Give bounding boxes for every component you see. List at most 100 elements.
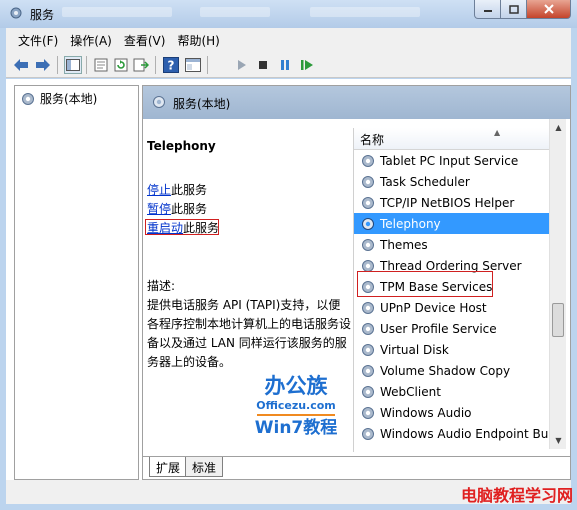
- service-name: Themes: [380, 237, 428, 252]
- maximize-button[interactable]: [501, 0, 527, 19]
- service-gear-icon: [362, 343, 374, 356]
- scroll-up-button[interactable]: ▲: [550, 119, 567, 136]
- telephony-highlight-box: [357, 271, 493, 297]
- list-item[interactable]: Task Scheduler: [354, 171, 554, 192]
- list-item[interactable]: Tablet PC Input Service: [354, 150, 554, 171]
- forward-button[interactable]: [34, 56, 52, 74]
- help-button[interactable]: ?: [162, 56, 180, 74]
- toolbar: ?: [6, 52, 571, 78]
- scrollbar-thumb[interactable]: [552, 303, 564, 337]
- list-item[interactable]: Windows Audio: [354, 402, 554, 423]
- service-name: Task Scheduler: [380, 174, 470, 189]
- menu-action[interactable]: 操作(A): [64, 32, 118, 49]
- stop-service-link[interactable]: 停止: [147, 183, 171, 197]
- service-name: Volume Shadow Copy: [380, 363, 511, 378]
- service-name: Tablet PC Input Service: [380, 153, 519, 168]
- close-icon: [543, 4, 554, 14]
- watermark-brand: 办公族: [265, 374, 329, 398]
- service-name: UPnP Device Host: [380, 300, 487, 315]
- tab-standard[interactable]: 标准: [185, 457, 224, 477]
- action-suffix: 此服务: [171, 183, 208, 197]
- selected-service-name: Telephony: [147, 139, 216, 153]
- services-panel: 服务(本地) Telephony 停止此服务 暂停此服务 重启动此服务 描述: …: [142, 85, 571, 480]
- start-service-icon: [238, 60, 246, 70]
- close-button[interactable]: [527, 0, 571, 19]
- watermark-site: Officezu.com: [256, 399, 336, 412]
- window-controls: [474, 0, 571, 20]
- service-gear-icon: [362, 406, 374, 419]
- service-gear-icon: [362, 238, 374, 251]
- title-bar-glass: [310, 7, 420, 17]
- sort-ascending-icon: ▲: [494, 128, 501, 137]
- export-list-button[interactable]: [132, 56, 150, 74]
- list-item[interactable]: UPnP Device Host: [354, 297, 554, 318]
- list-item[interactable]: Themes: [354, 234, 554, 255]
- column-header-name[interactable]: 名称 ▲: [354, 128, 554, 150]
- tree-item-services-local[interactable]: 服务(本地): [20, 90, 97, 107]
- service-gear-icon: [362, 301, 374, 314]
- start-service-button[interactable]: [232, 56, 250, 74]
- service-detail-pane: Telephony 停止此服务 暂停此服务 重启动此服务 描述: 提供电话服务 …: [143, 119, 353, 456]
- maximize-icon: [508, 4, 519, 14]
- service-description: 提供电话服务 API (TAPI)支持，以便各程序控制本地计算机上的电话服务设备…: [147, 298, 352, 369]
- pause-service-action: 暂停此服务: [147, 200, 207, 217]
- refresh-button[interactable]: [112, 56, 130, 74]
- stop-service-button[interactable]: [254, 56, 272, 74]
- properties-icon: [94, 58, 108, 72]
- pause-service-link[interactable]: 暂停: [147, 202, 171, 216]
- list-item[interactable]: User Profile Service: [354, 318, 554, 339]
- site-watermark: 电脑教程学习网: [460, 486, 573, 505]
- console-view-button[interactable]: [184, 56, 202, 74]
- menu-help[interactable]: 帮助(H): [171, 32, 225, 49]
- pause-service-button[interactable]: [276, 56, 294, 74]
- svg-text:?: ?: [168, 59, 175, 73]
- export-list-icon: [133, 58, 149, 72]
- vertical-scrollbar[interactable]: ▲ ▼: [549, 119, 566, 449]
- help-icon: ?: [163, 57, 179, 73]
- service-gear-icon: [362, 364, 374, 377]
- column-header-label: 名称: [360, 133, 385, 147]
- service-name: Telephony: [380, 216, 441, 231]
- list-item[interactable]: WebClient: [354, 381, 554, 402]
- list-item-selected[interactable]: Telephony: [354, 213, 554, 234]
- client-area: 服务(本地) 服务(本地) Telephony 停止此服务 暂停此服务 重启动此…: [6, 79, 571, 480]
- view-tabs: 扩展 标准: [143, 456, 570, 478]
- tree-item-label: 服务(本地): [40, 92, 98, 106]
- service-name: Windows Audio Endpoint Bui: [380, 426, 552, 441]
- toolbar-separator: [207, 56, 208, 74]
- refresh-icon: [114, 58, 128, 72]
- show-hide-tree-button[interactable]: [64, 56, 82, 74]
- list-item[interactable]: Volume Shadow Copy: [354, 360, 554, 381]
- panel-header: 服务(本地): [143, 86, 570, 119]
- title-bar[interactable]: 服务: [0, 0, 577, 28]
- title-bar-glass: [62, 7, 172, 17]
- service-gear-icon: [362, 175, 374, 188]
- services-window: 服务 文件(F) 操作(A) 查看(V) 帮助(H) ? 服务(本地) 服务(本…: [0, 0, 577, 510]
- services-gear-icon: [153, 96, 165, 108]
- stop-service-icon: [259, 61, 267, 69]
- service-gear-icon: [362, 154, 374, 167]
- panel-header-title: 服务(本地): [173, 97, 231, 111]
- service-name: User Profile Service: [380, 321, 497, 336]
- toolbar-separator: [57, 56, 58, 74]
- console-view-icon: [185, 58, 201, 72]
- menu-view[interactable]: 查看(V): [118, 32, 172, 49]
- description-label: 描述:: [147, 279, 176, 293]
- minimize-button[interactable]: [474, 0, 501, 19]
- back-button[interactable]: [12, 56, 30, 74]
- list-item[interactable]: Virtual Disk: [354, 339, 554, 360]
- properties-button[interactable]: [92, 56, 110, 74]
- restart-service-icon: [301, 60, 313, 70]
- list-item[interactable]: Windows Audio Endpoint Bui: [354, 423, 554, 444]
- forward-arrow-icon: [36, 59, 50, 71]
- service-gear-icon: [362, 385, 374, 398]
- toolbar-separator: [155, 56, 156, 74]
- toolbar-separator: [86, 56, 87, 74]
- list-item[interactable]: TCP/IP NetBIOS Helper: [354, 192, 554, 213]
- service-name: Windows Audio: [380, 405, 472, 420]
- tab-extended[interactable]: 扩展: [149, 457, 188, 477]
- menu-bar: 文件(F) 操作(A) 查看(V) 帮助(H): [6, 28, 571, 52]
- menu-file[interactable]: 文件(F): [12, 32, 64, 49]
- scroll-down-button[interactable]: ▼: [550, 432, 567, 449]
- restart-service-button[interactable]: [298, 56, 316, 74]
